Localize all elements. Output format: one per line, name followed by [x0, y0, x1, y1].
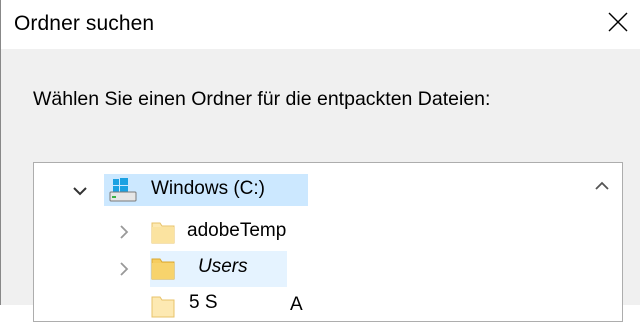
tree-item-label: 5 S	[189, 292, 218, 313]
chevron-right-icon[interactable]	[116, 261, 132, 277]
folder-tree[interactable]: Windows (C:) adobeTemp Users 5 S A	[33, 162, 623, 322]
scroll-up-icon	[595, 181, 609, 190]
tree-item-label: Windows (C:)	[151, 178, 266, 199]
chevron-down-icon[interactable]	[72, 183, 88, 199]
scroll-up-button[interactable]	[585, 163, 619, 208]
close-icon	[608, 12, 628, 32]
folder-icon	[151, 296, 175, 318]
chevron-right-icon[interactable]	[116, 224, 132, 240]
folder-browse-dialog: Ordner suchen Wählen Sie einen Ordner fü…	[0, 0, 640, 322]
folder-icon	[151, 258, 175, 280]
windows-drive-icon	[109, 178, 137, 202]
dialog-prompt: Wählen Sie einen Ordner für die entpackt…	[33, 88, 491, 110]
dialog-title: Ordner suchen	[14, 12, 155, 35]
tree-item-label-2: A	[290, 294, 303, 315]
folder-icon	[151, 222, 175, 244]
tree-item-label: adobeTemp	[187, 220, 287, 241]
title-bar: Ordner suchen	[1, 0, 640, 49]
close-button[interactable]	[595, 4, 640, 44]
tree-item-label: Users	[198, 256, 248, 277]
